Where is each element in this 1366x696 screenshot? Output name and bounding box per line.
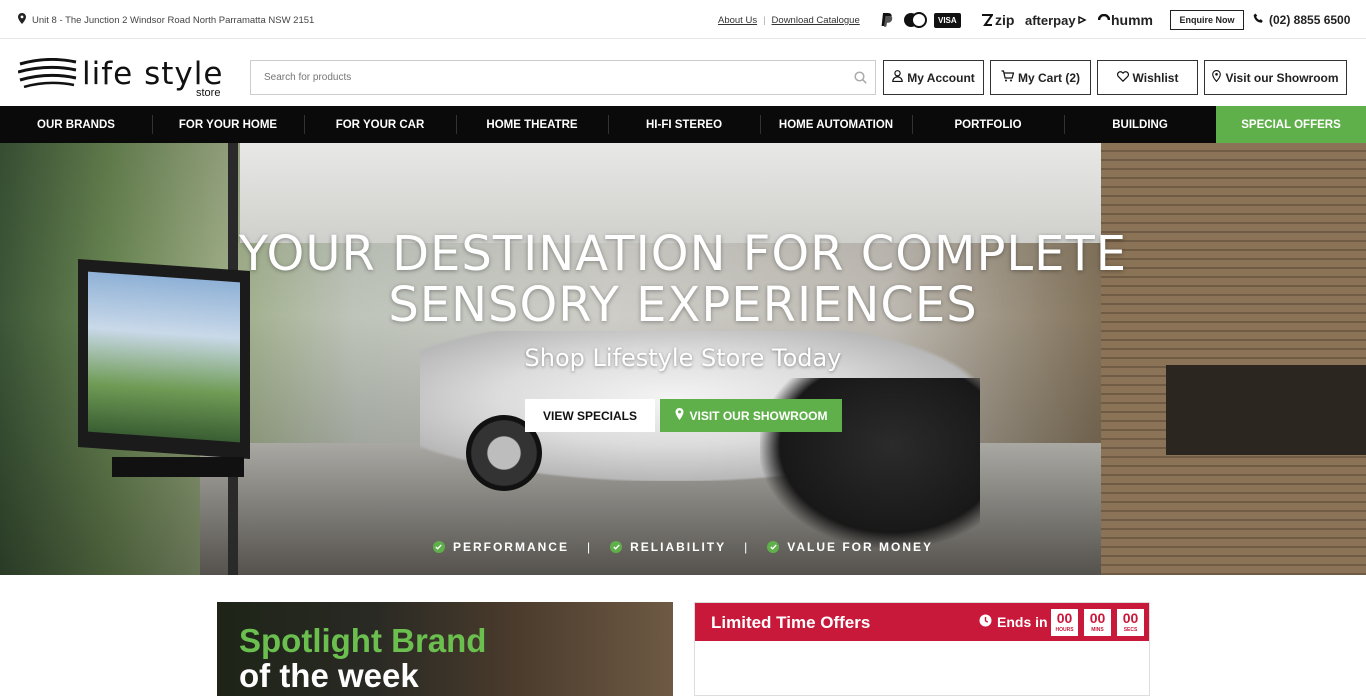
search-input[interactable] bbox=[251, 61, 845, 94]
nav-item-our-brands[interactable]: OUR BRANDS bbox=[0, 106, 152, 143]
nav-item-hi-fi-stereo[interactable]: HI-FI STEREO bbox=[608, 106, 760, 143]
heart-icon bbox=[1116, 70, 1129, 85]
wishlist-button[interactable]: Wishlist bbox=[1097, 60, 1198, 95]
hero-headline-line2: SENSORY EXPERIENCES bbox=[388, 277, 978, 333]
hero-headline: YOUR DESTINATION FOR COMPLETE SENSORY EX… bbox=[0, 229, 1366, 331]
nav-item-home-automation[interactable]: HOME AUTOMATION bbox=[760, 106, 912, 143]
visa-icon: VISA bbox=[934, 13, 961, 28]
utility-links: About Us | Download Catalogue bbox=[718, 15, 860, 26]
check-circle-icon bbox=[610, 541, 623, 553]
zip-logo: zip bbox=[981, 11, 1014, 29]
countdown-minutes: 00 MINS bbox=[1084, 609, 1111, 636]
hero-headline-line1: YOUR DESTINATION FOR COMPLETE bbox=[238, 226, 1128, 282]
logo-waves-icon bbox=[18, 58, 77, 88]
location-pin-icon bbox=[1212, 70, 1222, 85]
humm-logo: humm bbox=[1098, 11, 1153, 29]
cart-icon bbox=[1001, 70, 1015, 85]
feature-label: PERFORMANCE bbox=[452, 540, 569, 554]
spotlight-title: Spotlight Brand bbox=[239, 622, 487, 659]
spotlight-brand-banner[interactable]: Spotlight Brand of the week bbox=[217, 602, 673, 696]
view-specials-button[interactable]: VIEW SPECIALS bbox=[525, 399, 655, 432]
zip-text: zip bbox=[995, 12, 1015, 28]
countdown-hours: 00 HOURS bbox=[1051, 609, 1078, 636]
feature-separator: | bbox=[744, 540, 750, 554]
enquire-now-button[interactable]: Enquire Now bbox=[1170, 10, 1244, 30]
hero-bookshelf bbox=[1166, 365, 1366, 455]
feature-reliability: RELIABILITY bbox=[610, 540, 726, 554]
visit-showroom-button[interactable]: Visit our Showroom bbox=[1204, 60, 1347, 95]
store-address: Unit 8 - The Junction 2 Windsor Road Nor… bbox=[18, 13, 314, 27]
wishlist-label: Wishlist bbox=[1132, 70, 1179, 85]
offers-ends-in: Ends in bbox=[979, 614, 1048, 630]
user-icon bbox=[892, 70, 904, 85]
clock-icon bbox=[979, 614, 992, 630]
phone-text: (02) 8855 6500 bbox=[1269, 13, 1351, 27]
mastercard-icon bbox=[903, 11, 927, 29]
feature-separator: | bbox=[586, 540, 593, 554]
address-text: Unit 8 - The Junction 2 Windsor Road Nor… bbox=[32, 14, 315, 26]
spotlight-subtitle: of the week bbox=[239, 657, 419, 694]
afterpay-text: afterpay bbox=[1025, 12, 1076, 28]
visit-showroom-label: Visit our Showroom bbox=[1225, 70, 1339, 85]
feature-value-for-money: VALUE FOR MONEY bbox=[767, 540, 933, 554]
phone-icon bbox=[1253, 13, 1264, 27]
phone-number[interactable]: (02) 8855 6500 bbox=[1253, 13, 1350, 27]
check-circle-icon bbox=[767, 541, 780, 553]
countdown-value: 00 bbox=[1122, 610, 1139, 626]
countdown-value: 00 bbox=[1056, 610, 1073, 626]
check-circle-icon bbox=[432, 541, 445, 553]
afterpay-logo: afterpay bbox=[1025, 11, 1087, 29]
my-account-label: My Account bbox=[907, 70, 975, 85]
my-cart-button[interactable]: My Cart (2) bbox=[990, 60, 1091, 95]
search-bar bbox=[250, 60, 876, 95]
nav-item-special-offers[interactable]: SPECIAL OFFERS bbox=[1216, 106, 1366, 143]
location-pin-icon bbox=[675, 408, 684, 423]
feature-performance: PERFORMANCE bbox=[432, 540, 569, 554]
logo-subtext: store bbox=[196, 87, 221, 99]
nav-item-for-your-car[interactable]: FOR YOUR CAR bbox=[304, 106, 456, 143]
paypal-icon bbox=[879, 11, 895, 29]
feature-label: RELIABILITY bbox=[630, 540, 727, 554]
ends-in-label: Ends in bbox=[997, 614, 1048, 630]
link-separator: | bbox=[763, 15, 766, 26]
nav-item-building[interactable]: BUILDING bbox=[1064, 106, 1216, 143]
countdown-unit: SECS bbox=[1123, 627, 1138, 633]
site-logo[interactable]: life style store bbox=[18, 54, 236, 99]
countdown-seconds: 00 SECS bbox=[1117, 609, 1144, 636]
countdown-unit: MINS bbox=[1091, 627, 1104, 633]
my-cart-label: My Cart (2) bbox=[1017, 70, 1080, 85]
my-account-button[interactable]: My Account bbox=[883, 60, 984, 95]
nav-item-home-theatre[interactable]: HOME THEATRE bbox=[456, 106, 608, 143]
countdown-value: 00 bbox=[1089, 610, 1106, 626]
offers-header: Limited Time Offers Ends in 00 HOURS 00 … bbox=[695, 603, 1149, 641]
site-header: life style store My Account My Cart (2) … bbox=[0, 40, 1366, 106]
nav-item-portfolio[interactable]: PORTFOLIO bbox=[912, 106, 1064, 143]
about-us-link[interactable]: About Us bbox=[718, 15, 757, 26]
top-utility-bar: Unit 8 - The Junction 2 Windsor Road Nor… bbox=[0, 0, 1366, 39]
hero-subtitle: Shop Lifestyle Store Today bbox=[524, 344, 842, 372]
search-icon[interactable] bbox=[845, 71, 875, 84]
offers-title: Limited Time Offers bbox=[711, 613, 871, 632]
download-catalogue-link[interactable]: Download Catalogue bbox=[772, 15, 860, 26]
visit-our-showroom-button[interactable]: VISIT OUR SHOWROOM bbox=[660, 399, 842, 432]
nav-item-for-your-home[interactable]: FOR YOUR HOME bbox=[152, 106, 304, 143]
value-propositions: PERFORMANCE | RELIABILITY | VALUE FOR MO… bbox=[0, 540, 1366, 554]
feature-label: VALUE FOR MONEY bbox=[787, 540, 934, 554]
humm-text: humm bbox=[1111, 12, 1153, 28]
map-pin-icon bbox=[18, 13, 26, 27]
visit-our-showroom-label: VISIT OUR SHOWROOM bbox=[689, 408, 828, 423]
countdown-unit: HOURS bbox=[1055, 627, 1074, 633]
main-navigation: OUR BRANDS FOR YOUR HOME FOR YOUR CAR HO… bbox=[0, 106, 1366, 143]
hero-banner: YOUR DESTINATION FOR COMPLETE SENSORY EX… bbox=[0, 143, 1366, 575]
limited-time-offers-panel: Limited Time Offers Ends in 00 HOURS 00 … bbox=[694, 602, 1150, 696]
hero-soundbar-image bbox=[112, 457, 244, 477]
